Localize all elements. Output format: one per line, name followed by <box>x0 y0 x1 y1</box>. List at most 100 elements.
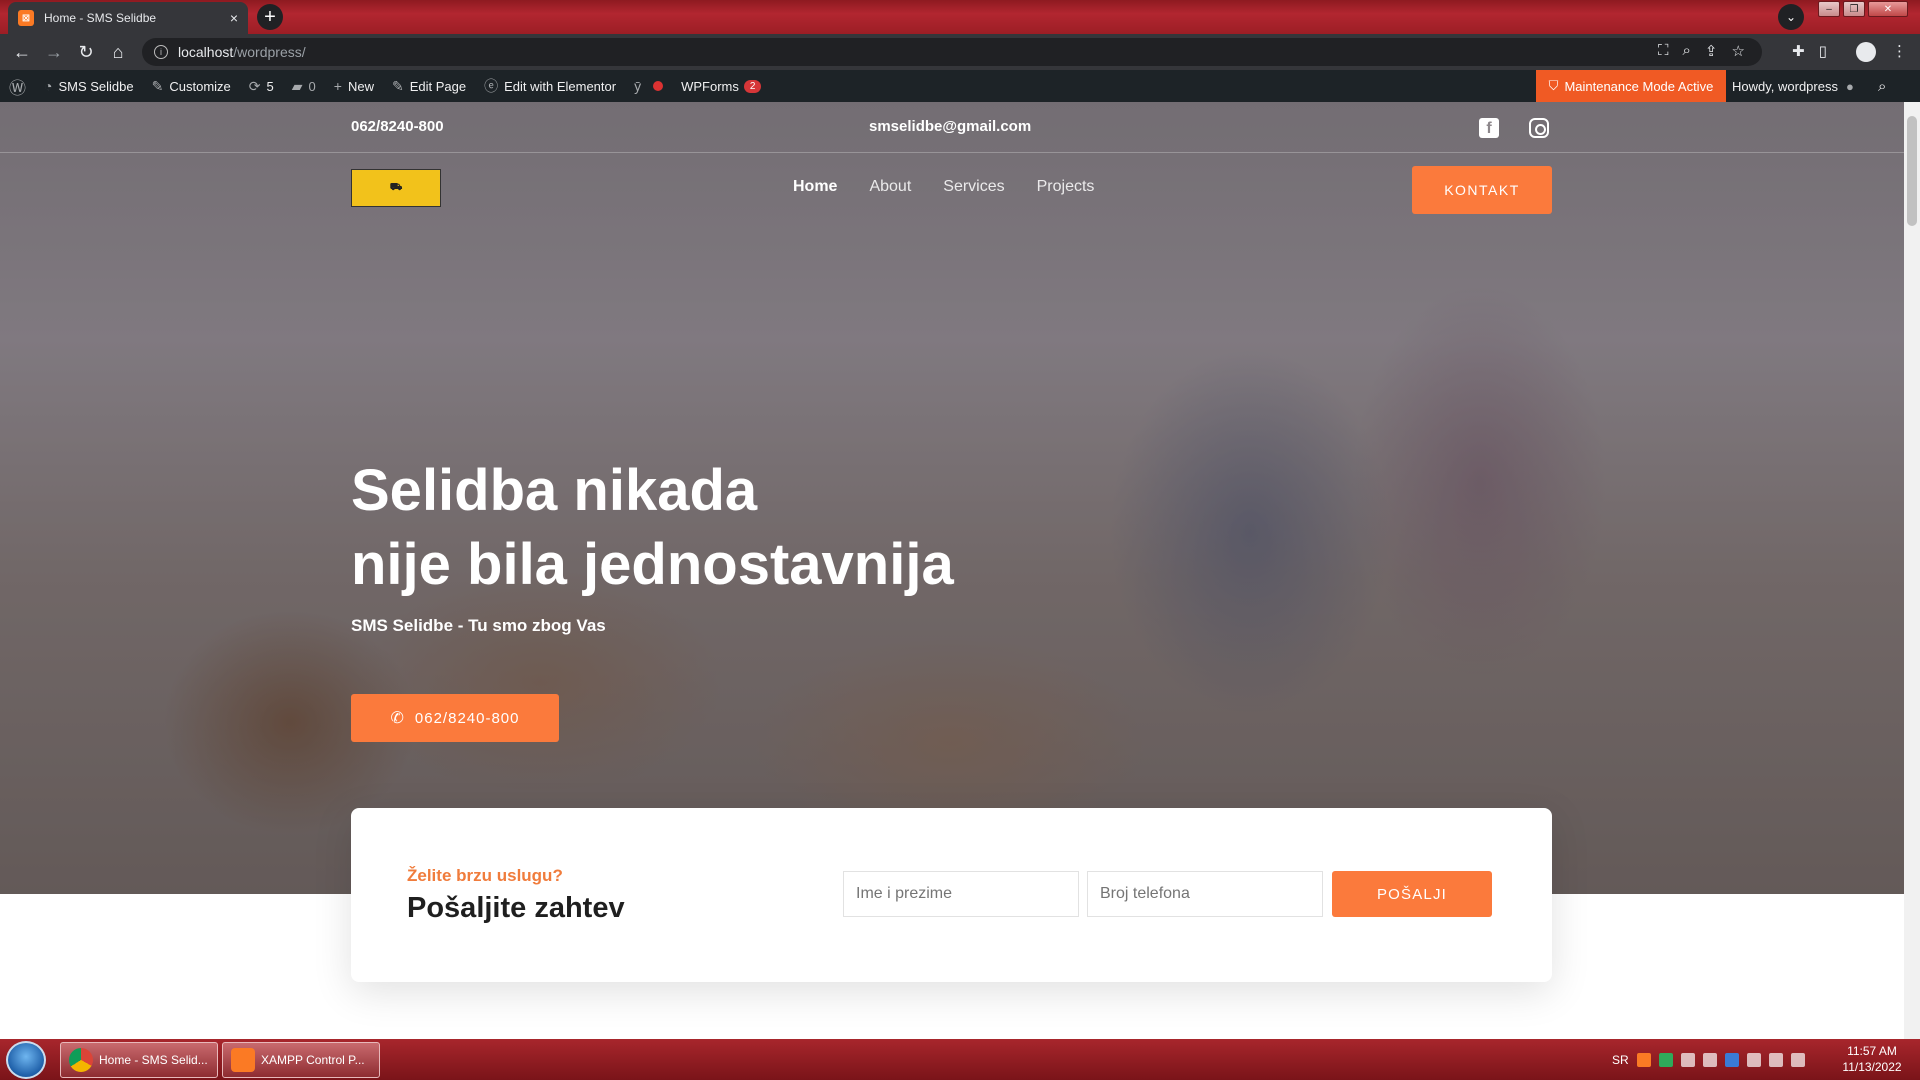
hero-section: 062/8240-800 smselidbe@gmail.com f ⛟ Hom… <box>0 102 1904 894</box>
new-label: New <box>347 78 374 94</box>
system-tray: SR <box>1612 1039 1805 1080</box>
zoom-icon[interactable]: ⌕ <box>1683 42 1691 60</box>
network-tray-icon[interactable] <box>1680 1052 1695 1067</box>
main-navigation: Home About Services Projects <box>793 178 1094 196</box>
edit-page-label: Edit Page <box>409 78 467 94</box>
xampp-favicon-icon: ⊠ <box>18 10 34 26</box>
quick-request-card: Želite brzu uslugu? Pošaljite zahtev POŠ… <box>351 808 1552 982</box>
extensions-puzzle-icon[interactable]: ✚ <box>1792 42 1805 60</box>
nav-item-services[interactable]: Services <box>943 178 1004 196</box>
windows-taskbar: Home - SMS Selid... XAMPP Control P... S… <box>0 1039 1920 1080</box>
home-icon[interactable]: ⌂ <box>102 42 134 63</box>
name-input[interactable] <box>843 871 1079 917</box>
maintenance-mode-indicator[interactable]: ⛉ Maintenance Mode Active <box>1536 70 1726 102</box>
updates-count: 5 <box>266 78 274 94</box>
usb-tray-icon[interactable] <box>1702 1052 1717 1067</box>
profile-avatar[interactable] <box>1856 42 1876 62</box>
hero-subtitle: SMS Selidbe - Tu smo zbog Vas <box>351 616 606 635</box>
forward-arrow-icon[interactable]: → <box>38 42 70 63</box>
wpbar-yoast[interactable]: ȳ <box>625 70 672 102</box>
top-email[interactable]: smselidbe@gmail.com <box>869 118 1031 135</box>
wpbar-site-name[interactable]: ◔ SMS Selidbe <box>35 70 143 102</box>
facebook-icon[interactable]: f <box>1479 118 1499 138</box>
pencil-icon: ✎ <box>391 77 404 94</box>
wpbar-account[interactable]: Howdy, wordpress ● <box>1732 70 1854 102</box>
close-window-button[interactable]: ✕ <box>1868 1 1908 17</box>
back-arrow-icon[interactable]: ← <box>6 42 38 63</box>
nav-item-projects[interactable]: Projects <box>1037 178 1095 196</box>
kebab-menu-icon[interactable]: ⋮ <box>1892 42 1907 60</box>
hero-call-label: 062/8240-800 <box>414 709 520 727</box>
browser-tab[interactable]: ⊠ Home - SMS Selidbe × <box>8 2 248 34</box>
bluetooth-tray-icon[interactable] <box>1724 1052 1739 1067</box>
minimize-window-button[interactable]: – <box>1818 1 1840 17</box>
start-button[interactable] <box>6 1041 46 1079</box>
chrome-icon <box>69 1048 93 1072</box>
wpforms-label: WPForms <box>681 78 739 94</box>
translate-icon[interactable]: ⛶ <box>1658 42 1669 60</box>
site-info-icon[interactable]: i <box>154 45 168 59</box>
tab-search-chevron-icon[interactable]: ⌄ <box>1778 4 1804 30</box>
action-center-icon[interactable] <box>1746 1052 1761 1067</box>
wp-logo[interactable]: Ⓦ <box>0 70 35 102</box>
reload-icon[interactable]: ↻ <box>70 42 102 63</box>
instagram-icon[interactable] <box>1529 118 1549 138</box>
side-panel-icon[interactable]: ▯ <box>1819 42 1827 60</box>
tab-title: Home - SMS Selidbe <box>44 11 157 25</box>
toolbar-actions: ✚ ▯ <box>1792 42 1827 60</box>
wpbar-edit-page[interactable]: ✎ Edit Page <box>383 70 475 102</box>
bookmark-star-icon[interactable]: ☆ <box>1732 42 1745 60</box>
page-scrollbar[interactable] <box>1904 102 1920 1039</box>
browser-toolbar: ← → ↻ ⌂ i localhost/wordpress/ ⛶ ⌕ ⇪ ☆ ✚… <box>0 34 1920 70</box>
edit-elementor-label: Edit with Elementor <box>504 78 617 94</box>
share-icon[interactable]: ⇪ <box>1705 42 1718 60</box>
hero-call-button[interactable]: ✆ 062/8240-800 <box>351 694 559 742</box>
top-phone[interactable]: 062/8240-800 <box>351 118 444 135</box>
nav-item-about[interactable]: About <box>869 178 911 196</box>
wpbar-comments[interactable]: ▰ 0 <box>283 70 325 102</box>
wpbar-new[interactable]: + New <box>325 70 383 102</box>
browser-tab-strip: ⊠ Home - SMS Selidbe × + ⌄ – ❐ ✕ <box>0 0 1920 34</box>
xampp-tray-icon[interactable] <box>1636 1052 1651 1067</box>
elementor-icon: ⓔ <box>484 78 499 94</box>
address-bar[interactable]: i localhost/wordpress/ <box>142 38 1762 66</box>
tab-close-icon[interactable]: × <box>230 10 238 26</box>
chrome-menu: ⋮ <box>1892 42 1907 60</box>
wpbar-search-icon[interactable]: ⌕ <box>1878 70 1886 102</box>
wordpress-logo-icon: Ⓦ <box>9 78 26 98</box>
send-button[interactable]: POŠALJI <box>1332 871 1492 917</box>
comments-count: 0 <box>308 78 316 94</box>
maximize-window-button[interactable]: ❐ <box>1843 1 1865 17</box>
security-tray-icon[interactable] <box>1658 1052 1673 1067</box>
user-avatar-icon: ● <box>1845 78 1854 94</box>
maintenance-shield-icon: ⛉ <box>1548 78 1559 93</box>
updates-icon: ⟳ <box>248 77 261 94</box>
wpbar-customize[interactable]: ✎ Customize <box>143 70 240 102</box>
taskbar-chrome[interactable]: Home - SMS Selid... <box>60 1042 218 1078</box>
display-tray-icon[interactable] <box>1768 1052 1783 1067</box>
request-title: Pošaljite zahtev <box>407 892 625 924</box>
wpforms-badge: 2 <box>743 79 762 93</box>
page-viewport: 062/8240-800 smselidbe@gmail.com f ⛟ Hom… <box>0 102 1904 1039</box>
top-divider <box>0 152 1904 153</box>
scrollbar-thumb[interactable] <box>1907 116 1917 226</box>
kontakt-button[interactable]: KONTAKT <box>1412 166 1552 214</box>
hero-title-line2: nije bila jednostavnija <box>351 532 954 597</box>
clock-time: 11:57 AM <box>1847 1044 1897 1058</box>
nav-item-home[interactable]: Home <box>793 178 837 196</box>
site-name-label: SMS Selidbe <box>58 78 134 94</box>
taskbar-xampp[interactable]: XAMPP Control P... <box>222 1042 380 1078</box>
phone-input[interactable] <box>1087 871 1323 917</box>
omnibox-actions: ⛶ ⌕ ⇪ ☆ <box>1658 42 1745 60</box>
url-path: /wordpress/ <box>233 44 306 60</box>
new-tab-button[interactable]: + <box>257 4 283 30</box>
wpbar-wpforms[interactable]: WPForms 2 <box>672 70 770 102</box>
customize-label: Customize <box>169 78 231 94</box>
site-logo[interactable]: ⛟ <box>351 169 441 207</box>
url-host: localhost <box>178 44 234 60</box>
wpbar-updates[interactable]: ⟳ 5 <box>240 70 283 102</box>
volume-icon[interactable] <box>1790 1052 1805 1067</box>
wpbar-edit-elementor[interactable]: ⓔ Edit with Elementor <box>475 70 625 102</box>
system-clock[interactable]: 11:57 AM 11/13/2022 <box>1832 1043 1912 1075</box>
language-indicator[interactable]: SR <box>1612 1053 1629 1067</box>
